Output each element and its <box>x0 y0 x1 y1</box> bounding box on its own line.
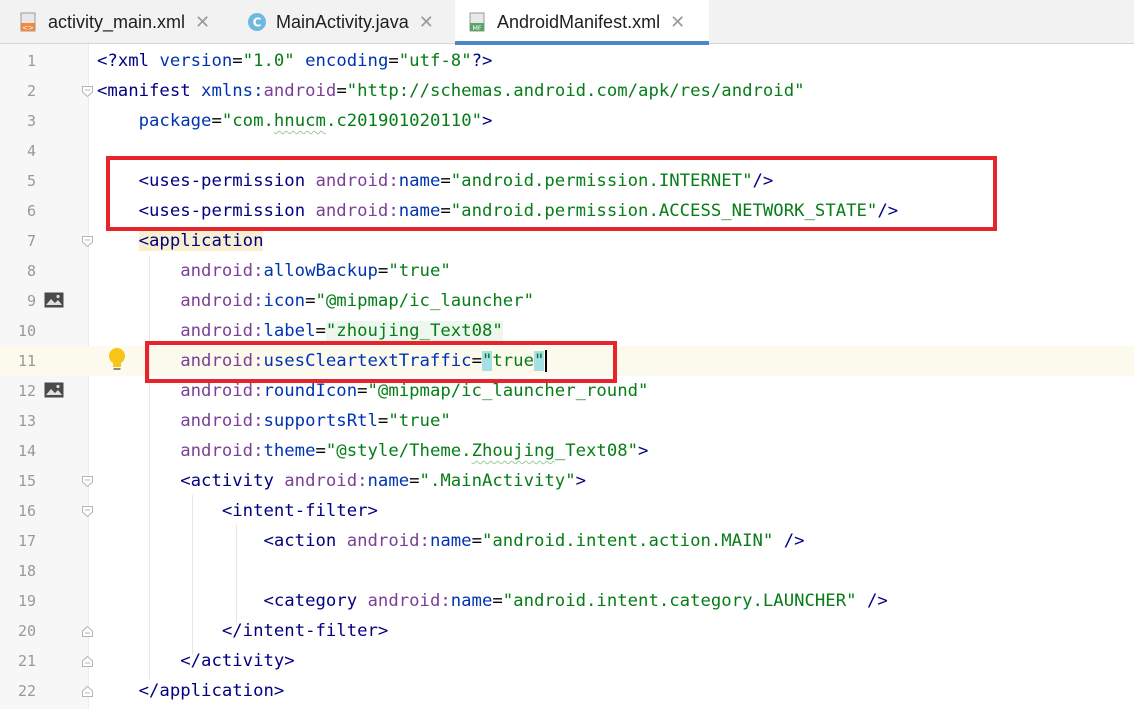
cleartext-highlight-box <box>145 341 617 383</box>
close-icon[interactable]: ✕ <box>670 12 685 33</box>
editor-tab-bar: <> activity_main.xml ✕ C MainActivity.ja… <box>0 0 1134 45</box>
line-number: 5 <box>26 172 36 190</box>
code-line-15: <activity android:name=".MainActivity"> <box>180 471 587 491</box>
line-number: 4 <box>26 142 36 160</box>
tab-main-activity-java[interactable]: C MainActivity.java ✕ <box>246 0 434 44</box>
line-number: 16 <box>17 502 36 520</box>
code-line-9: android:icon="@mipmap/ic_launcher" <box>180 291 534 311</box>
line-number: 1 <box>26 52 36 70</box>
code-line-17: <action android:name="android.intent.act… <box>263 531 805 551</box>
line-number: 14 <box>17 442 36 460</box>
code-line-22: </application> <box>138 681 285 701</box>
line-number: 15 <box>17 472 36 490</box>
svg-text:C: C <box>253 16 262 30</box>
line-number: 21 <box>17 652 36 670</box>
close-icon[interactable]: ✕ <box>419 12 434 33</box>
line-number: 9 <box>26 292 36 310</box>
code-line-13: android:supportsRtl="true" <box>180 411 451 431</box>
permission-highlight-box <box>106 156 997 231</box>
tab-activity-main-xml[interactable]: <> activity_main.xml ✕ <box>18 0 210 44</box>
line-number: 10 <box>17 322 36 340</box>
code-line-14: android:theme="@style/Theme.Zhoujing_Tex… <box>180 441 649 461</box>
code-line-20: </intent-filter> <box>221 621 389 641</box>
fold-end-icon[interactable] <box>82 626 93 637</box>
svg-text:<>: <> <box>22 24 34 32</box>
code-line-8: android:allowBackup="true" <box>180 261 451 281</box>
line-number: 11 <box>17 352 36 370</box>
line-number: 22 <box>17 682 36 700</box>
tab-label: activity_main.xml <box>48 11 186 32</box>
fold-toggle-icon[interactable] <box>82 86 93 97</box>
fold-toggle-icon[interactable] <box>82 506 93 517</box>
image-preview-icon[interactable] <box>44 292 64 308</box>
line-number: 17 <box>17 532 36 550</box>
line-number: 7 <box>26 232 36 250</box>
fold-toggle-icon[interactable] <box>82 236 93 247</box>
java-class-icon: C <box>246 11 268 33</box>
line-number: 3 <box>26 112 36 130</box>
xml-file-icon: <> <box>18 11 40 33</box>
line-number: 19 <box>17 592 36 610</box>
close-icon[interactable]: ✕ <box>195 12 210 33</box>
code-line-3: package="com.hnucm.c201901020110"> <box>138 111 493 131</box>
line-number: 20 <box>17 622 36 640</box>
line-number: 18 <box>17 562 36 580</box>
tab-android-manifest[interactable]: MF AndroidManifest.xml ✕ <box>455 0 709 45</box>
line-number: 6 <box>26 202 36 220</box>
line-number: 2 <box>26 82 36 100</box>
code-line-1: <?xml version="1.0" encoding="utf-8"?> <box>97 51 493 71</box>
fold-end-icon[interactable] <box>82 686 93 697</box>
line-number: 13 <box>17 412 36 430</box>
tab-label: MainActivity.java <box>276 11 409 32</box>
fold-end-icon[interactable] <box>82 656 93 667</box>
manifest-file-icon: MF <box>467 11 489 33</box>
line-number: 12 <box>17 382 36 400</box>
gutter-divider <box>88 44 89 709</box>
fold-toggle-icon[interactable] <box>82 476 93 487</box>
line-number: 8 <box>26 262 36 280</box>
code-line-21: </activity> <box>180 651 295 671</box>
tab-label: AndroidManifest.xml <box>497 11 661 32</box>
code-line-2: <manifest xmlns:android="http://schemas.… <box>97 81 805 101</box>
code-line-16: <intent-filter> <box>221 501 378 521</box>
svg-text:MF: MF <box>472 24 482 32</box>
code-line-19: <category android:name="android.intent.c… <box>263 591 888 611</box>
image-preview-icon[interactable] <box>44 382 64 398</box>
